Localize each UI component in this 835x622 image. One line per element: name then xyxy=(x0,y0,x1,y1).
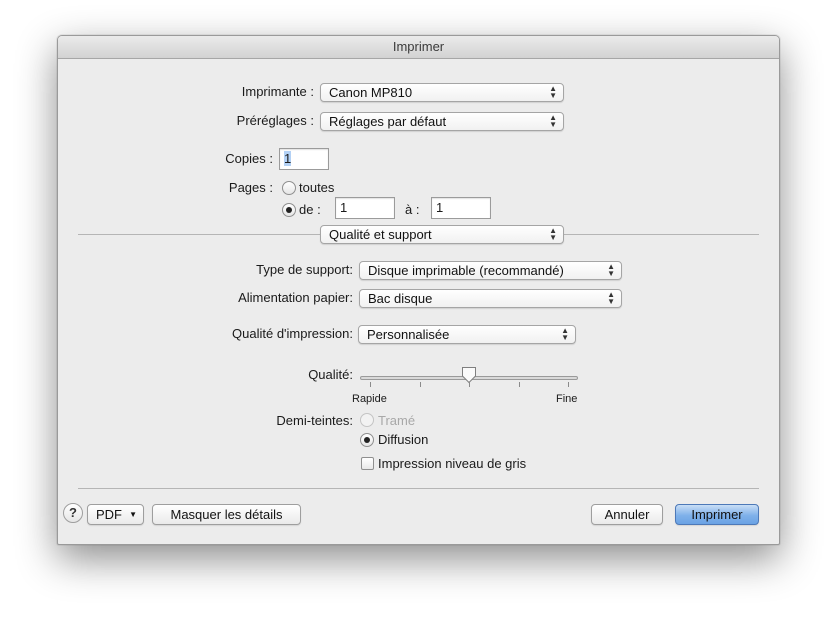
print-quality-label: Qualité d'impression: xyxy=(232,326,353,341)
printer-label: Imprimante : xyxy=(241,84,314,99)
section-value: Qualité et support xyxy=(329,227,432,242)
printer-popup[interactable]: Canon MP810 ▲ ▼ xyxy=(320,83,564,102)
quality-slider[interactable] xyxy=(360,366,578,406)
printer-value: Canon MP810 xyxy=(329,85,413,100)
print-quality-value: Personnalisée xyxy=(367,327,450,342)
grayscale-checkbox[interactable] xyxy=(361,457,374,470)
pages-label: Pages : xyxy=(228,180,273,195)
slider-tick xyxy=(519,382,520,387)
paper-source-value: Bac disque xyxy=(368,291,433,306)
slider-tick xyxy=(420,382,421,387)
media-type-label: Type de support: xyxy=(256,262,353,277)
slider-min-label: Rapide xyxy=(352,393,387,405)
grayscale-label: Impression niveau de gris xyxy=(378,456,527,471)
halftone-trame-label: Tramé xyxy=(378,413,416,428)
hide-details-button[interactable]: Masquer les détails xyxy=(152,504,301,525)
paper-source-popup[interactable]: Bac disque ▲ ▼ xyxy=(359,289,622,308)
paper-source-label: Alimentation papier: xyxy=(238,290,353,305)
halftone-diffusion-label: Diffusion xyxy=(378,432,429,447)
pages-to-field[interactable]: 1 xyxy=(431,197,491,219)
pages-all-label: toutes xyxy=(299,180,335,195)
pages-to-label: à : xyxy=(405,202,420,217)
popup-arrows-icon: ▲ ▼ xyxy=(549,84,557,100)
halftone-label: Demi-teintes: xyxy=(276,413,353,428)
pages-from-value: 1 xyxy=(340,200,348,215)
help-button[interactable]: ? xyxy=(63,503,83,523)
section-divider-left xyxy=(78,234,320,235)
presets-label: Préréglages : xyxy=(236,113,314,128)
popup-arrows-icon: ▲ ▼ xyxy=(549,226,557,242)
media-type-value: Disque imprimable (recommandé) xyxy=(368,263,564,278)
media-type-popup[interactable]: Disque imprimable (recommandé) ▲ ▼ xyxy=(359,261,622,280)
pdf-menu-button[interactable]: PDF ▼ xyxy=(87,504,144,525)
halftone-trame-radio[interactable] xyxy=(360,413,374,427)
print-dialog: Imprimer Imprimante : Canon MP810 ▲ ▼ Pré… xyxy=(57,35,780,545)
copies-label: Copies : xyxy=(225,151,273,166)
window-title: Imprimer xyxy=(58,36,779,59)
pages-from-field[interactable]: 1 xyxy=(335,197,395,219)
footer-divider xyxy=(78,488,759,489)
popup-arrows-icon: ▲ ▼ xyxy=(549,113,557,129)
pages-from-label: de : xyxy=(299,202,321,217)
popup-arrows-icon: ▲ ▼ xyxy=(607,262,615,278)
quality-slider-label: Qualité: xyxy=(308,367,353,382)
copies-field[interactable]: 1 xyxy=(279,148,329,170)
slider-tick xyxy=(370,382,371,387)
pages-to-value: 1 xyxy=(436,200,444,215)
print-quality-popup[interactable]: Personnalisée ▲ ▼ xyxy=(358,325,576,344)
popup-arrows-icon: ▲ ▼ xyxy=(607,290,615,306)
section-divider-right xyxy=(564,234,759,235)
section-popup[interactable]: Qualité et support ▲ ▼ xyxy=(320,225,564,244)
pages-all-radio[interactable] xyxy=(282,181,296,195)
popup-arrows-icon: ▲ ▼ xyxy=(561,326,569,342)
slider-max-label: Fine xyxy=(556,393,578,405)
presets-value: Réglages par défaut xyxy=(329,114,447,129)
pdf-label: PDF xyxy=(96,507,122,522)
pages-from-radio[interactable] xyxy=(282,203,296,217)
presets-popup[interactable]: Réglages par défaut ▲ ▼ xyxy=(320,112,564,131)
slider-tick xyxy=(469,382,470,387)
dropdown-arrow-icon: ▼ xyxy=(129,510,137,519)
slider-tick xyxy=(568,382,569,387)
cancel-button[interactable]: Annuler xyxy=(591,504,663,525)
halftone-diffusion-radio[interactable] xyxy=(360,433,374,447)
print-button[interactable]: Imprimer xyxy=(675,504,759,525)
copies-value: 1 xyxy=(284,151,292,166)
